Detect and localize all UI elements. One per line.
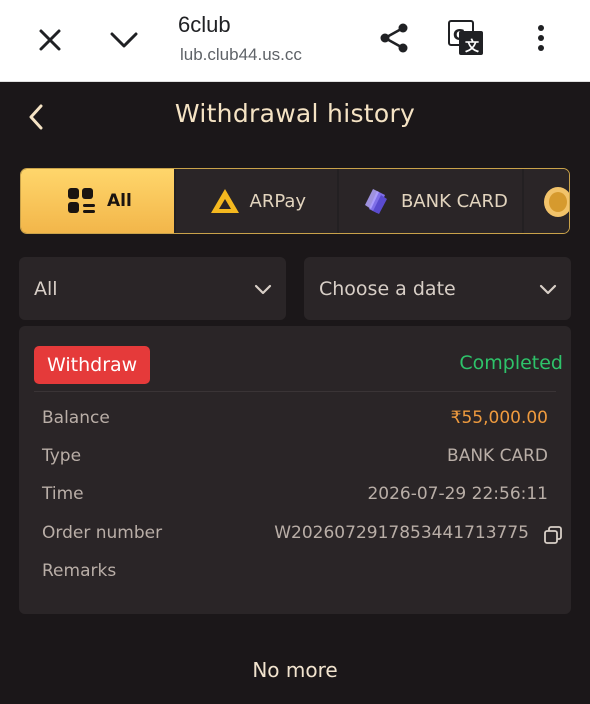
tab-all-label: All [107,191,132,211]
svg-text:G: G [453,26,465,44]
status-filter-value: All [34,277,58,300]
tab-bank-card[interactable]: BANK CARD [338,169,523,233]
coin-icon [542,186,569,223]
more-vert-icon[interactable] [526,18,556,58]
no-more-text: No more [252,658,338,682]
time-value: 2026-07-29 22:56:11 [367,484,548,504]
tab-bank-card-label: BANK CARD [400,190,508,212]
tab-all[interactable]: All [21,169,174,233]
remarks-label: Remarks [42,561,117,581]
withdraw-type-tabs: All ARPay BANK CARD [20,168,570,234]
date-filter-placeholder: Choose a date [319,277,456,300]
page-title: Withdrawal history [174,99,416,128]
grid-list-icon [67,187,97,215]
arpay-logo-icon [210,188,240,214]
bank-card-icon [363,187,391,215]
withdraw-badge: Withdraw [34,346,151,384]
type-value: BANK CARD [447,446,548,466]
withdrawal-record-card: Withdraw Completed Balance ₹55,000.00 Ty… [19,326,571,614]
type-label: Type [42,446,82,466]
share-icon[interactable] [374,18,414,58]
status-filter-select[interactable]: All [19,257,286,320]
order-number-value: W2026072917853441713775 [274,523,529,543]
site-title: 6club [178,12,231,37]
type-row: Type BANK CARD [42,446,548,472]
chevron-down-icon[interactable] [104,20,144,60]
divider [34,391,556,392]
tab-arpay-label: ARPay [249,190,307,212]
browser-toolbar: 6club lub.club44.us.cc G 文 [0,0,590,82]
copy-icon[interactable] [543,525,563,545]
app-header: Withdrawal history [0,82,590,152]
order-number-label: Order number [42,523,163,543]
time-row: Time 2026-07-29 22:56:11 [42,484,548,510]
status-text: Completed [459,352,563,374]
translate-icon[interactable]: G 文 [446,18,486,58]
url-text[interactable]: lub.club44.us.cc [180,45,302,65]
time-label: Time [42,484,84,504]
balance-row: Balance ₹55,000.00 [42,408,548,434]
tab-arpay[interactable]: ARPay [175,169,337,233]
order-number-row: Order number W2026072917853441713775 [42,523,563,549]
svg-text:文: 文 [465,38,480,55]
date-filter-select[interactable]: Choose a date [304,257,571,320]
remarks-row: Remarks [42,561,548,587]
close-icon[interactable] [30,20,70,60]
chevron-down-icon [254,279,272,301]
balance-label: Balance [42,408,110,428]
balance-value: ₹55,000.00 [450,408,548,428]
chevron-down-icon [539,279,557,301]
tab-more[interactable] [524,169,569,233]
